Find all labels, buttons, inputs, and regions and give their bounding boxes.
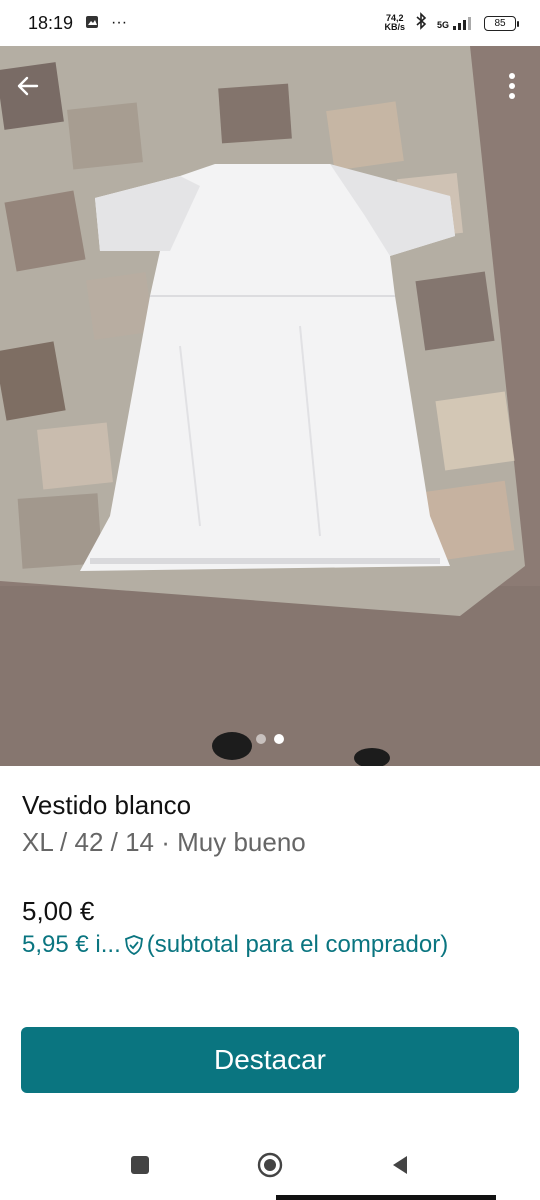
shield-check-icon <box>123 934 145 956</box>
status-time: 18:19 <box>28 12 74 33</box>
back-triangle-icon[interactable] <box>380 1145 420 1185</box>
more-vertical-icon[interactable] <box>492 66 532 106</box>
net-speed: 74,2 KB/s <box>384 14 405 32</box>
signal-icon: 5G <box>437 16 474 30</box>
pager-dot-2[interactable] <box>274 734 284 744</box>
buyer-price-note: (subtotal para el comprador) <box>146 931 449 958</box>
item-price: 5,00 € <box>22 896 95 926</box>
status-left: 18:19 ··· <box>28 13 127 34</box>
pager-dot-1[interactable] <box>256 734 266 744</box>
home-circle-icon[interactable] <box>250 1145 290 1185</box>
back-arrow-icon[interactable] <box>8 66 48 106</box>
buyer-price[interactable]: 5,95 € i... (subtotal para el comprador) <box>22 931 522 959</box>
battery-icon: 85 <box>484 15 519 31</box>
recents-square-icon[interactable] <box>120 1145 160 1185</box>
battery-level: 85 <box>494 17 506 29</box>
network-type: 5G <box>436 20 449 30</box>
item-title: Vestido blanco <box>22 790 192 820</box>
item-details: Vestido blanco XL / 42 / 14 · Muy bueno … <box>22 790 522 959</box>
product-photo <box>0 46 540 766</box>
destacar-button[interactable]: Destacar <box>21 1027 519 1093</box>
buyer-price-value: 5,95 € i... <box>22 931 121 958</box>
image-pager <box>0 734 540 744</box>
net-speed-unit: KB/s <box>384 22 405 32</box>
status-right: 74,2 KB/s 5G 85 <box>384 11 519 35</box>
status-bar: 18:19 ··· 74,2 KB/s 5G 85 <box>0 0 540 46</box>
bluetooth-icon <box>415 11 427 35</box>
system-nav-bar <box>0 1130 540 1200</box>
item-attributes: XL / 42 / 14 · Muy bueno <box>22 827 306 857</box>
home-indicator <box>276 1195 496 1200</box>
more-notifications-icon: ··· <box>111 14 128 31</box>
product-image[interactable] <box>0 46 540 766</box>
gallery-notification-icon <box>85 13 99 34</box>
